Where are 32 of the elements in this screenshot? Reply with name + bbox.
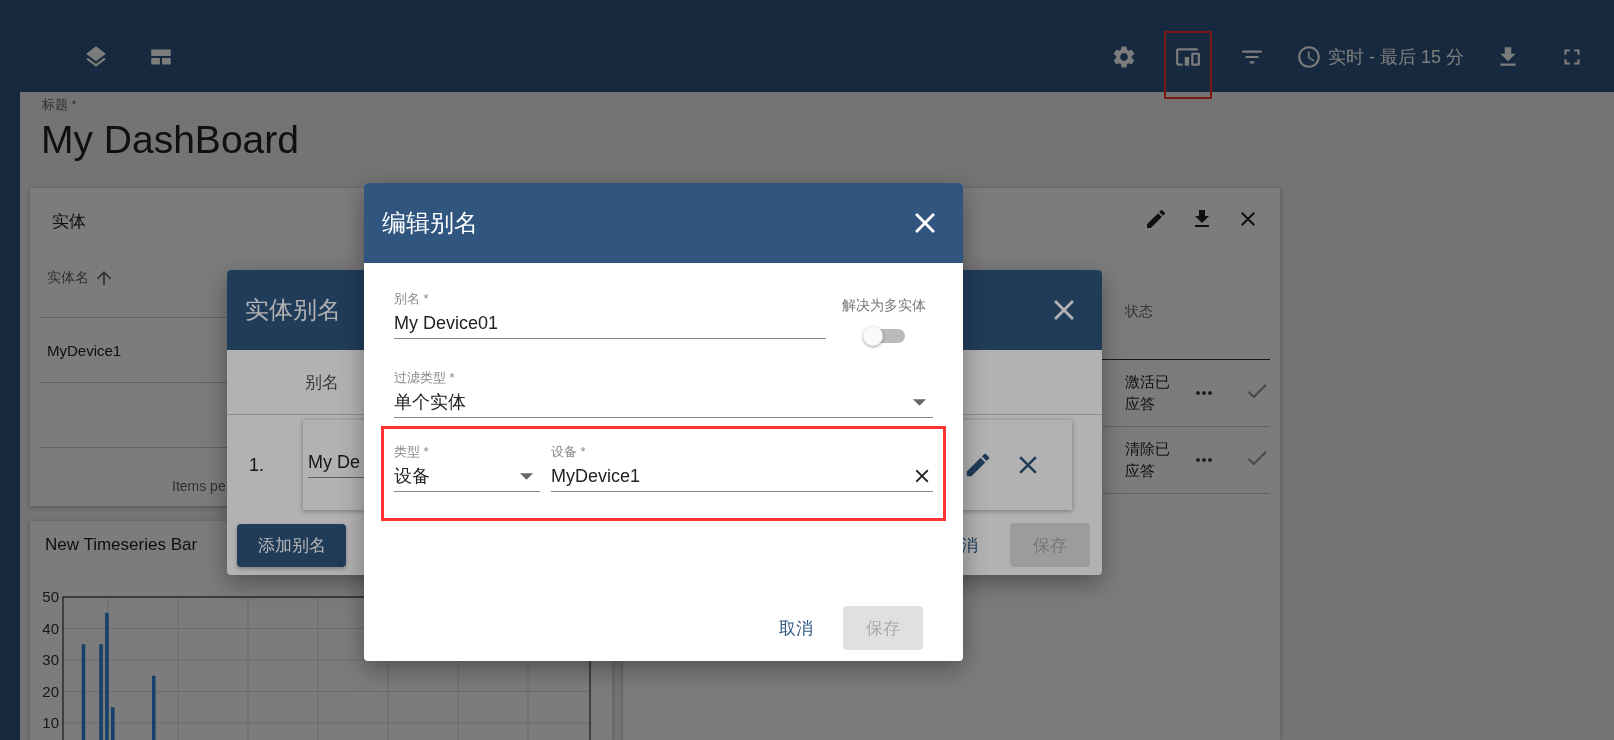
column-header[interactable]: 状态 [1125,277,1153,321]
tick-label: 10 [42,714,59,731]
dropdown-caret-icon [913,398,926,406]
tick-label: 50 [42,588,59,605]
column-header[interactable]: 实体名 [47,268,89,287]
title-label: 标题 * [42,96,78,114]
table-cell: MyDevice1 [47,341,122,359]
clock-icon [1295,44,1322,70]
row-number: 1. [248,454,265,476]
dropdown-caret-icon [520,472,533,480]
add-alias-button[interactable]: 添加别名 [237,523,346,567]
type-select[interactable]: 类型 * 设备 [394,443,540,492]
time-window-button[interactable]: 实时 - 最后 15 分 [1295,37,1464,77]
tick-label: 20 [42,682,59,700]
cancel-button[interactable]: 取消 [779,616,813,640]
device-field[interactable]: 设备 * MyDevice1 [551,443,933,492]
filter-type-select[interactable]: 过滤类型 * 单个实体 [394,369,933,418]
dialog-title: 编辑别名 [382,208,478,238]
bar [151,675,156,740]
table-cell-text: 激活已应答 [1125,372,1171,414]
table-cell-text: 清除已应答 [1125,439,1171,481]
toggle-switch[interactable] [862,325,905,347]
tick-label: 40 [42,619,59,637]
dashboard-title: My DashBoard [41,118,299,163]
alias-field[interactable]: 别名 * My Device01 [394,290,827,339]
paginator-label: Items pe [172,478,226,494]
card-title: 实体 [52,211,86,233]
column-header: 别名 [305,371,339,394]
card-title: New Timeseries Bar [45,535,198,554]
toggle-label: 解决为多实体 [841,297,926,315]
tick-label: 30 [42,651,59,668]
dialog-title: 实体别名 [245,295,341,325]
